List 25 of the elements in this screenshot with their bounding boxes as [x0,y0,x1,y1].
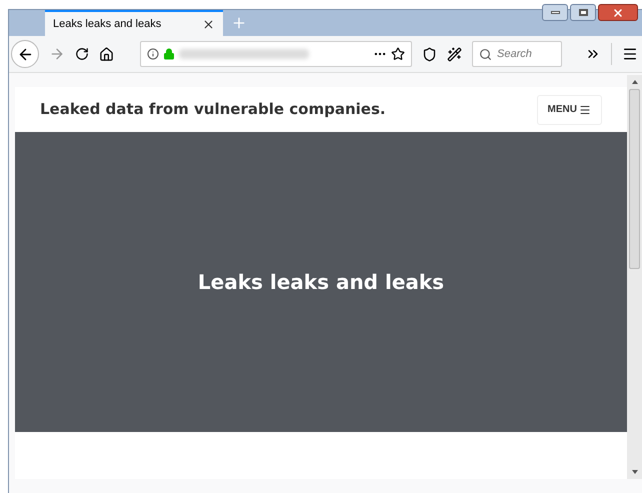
reload-icon[interactable] [75,47,89,61]
minimize-button[interactable] [542,4,568,21]
scroll-up-arrow-icon[interactable] [632,80,638,84]
close-icon [612,6,624,18]
home-icon[interactable] [99,46,114,62]
scrollbar-thumb[interactable] [629,89,640,269]
hero-title: Leaks leaks and leaks [198,269,444,296]
menu-icon[interactable] [622,46,638,62]
close-icon[interactable] [202,18,215,30]
maximize-button[interactable] [570,4,596,21]
scroll-down-arrow-icon[interactable] [632,470,638,474]
menu-button[interactable]: MENU [536,94,602,124]
bookmark-star-icon[interactable] [391,47,405,61]
hamburger-icon [579,104,591,116]
search-field[interactable]: Search [472,41,562,67]
search-icon [479,48,492,60]
site-title: Leaked data from vulnerable companies. [40,99,386,120]
forward-icon[interactable] [49,46,65,62]
close-button[interactable] [598,4,638,21]
browser-tab[interactable]: Leaks leaks and leaks [45,10,223,36]
scrollbar[interactable] [627,75,642,479]
shield-icon[interactable] [422,46,437,62]
wand-icon[interactable] [447,46,462,62]
info-icon[interactable] [147,48,159,60]
back-button[interactable] [11,40,39,68]
